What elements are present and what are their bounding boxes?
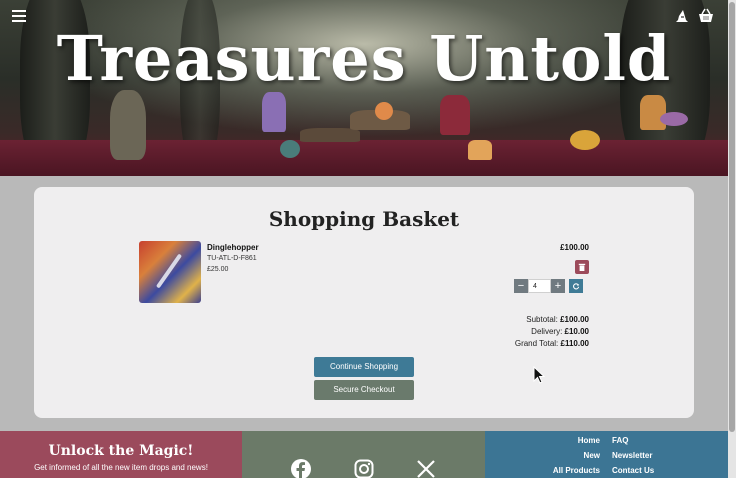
order-totals: Subtotal: £100.00 Delivery: £10.00 Grand… [515,314,589,350]
footer-link-home[interactable]: Home [578,436,600,445]
continue-shopping-button[interactable]: Continue Shopping [314,357,414,377]
product-sku: TU-ATL-D-F861 [207,255,257,262]
newsletter-panel: Unlock the Magic! Get informed of all th… [0,431,242,478]
teapot-icon [110,90,146,160]
site-title[interactable]: Treasures Untold [0,22,728,95]
gem-icon [570,130,600,150]
basket-heading: Shopping Basket [268,207,460,231]
gem-icon [375,102,393,120]
potion-icon [640,95,666,130]
footer-link-new[interactable]: New [584,451,600,460]
grand-total-label: Grand Total: [514,339,559,348]
footer-link-contact[interactable]: Contact Us [612,466,654,475]
instagram-icon[interactable] [354,459,374,478]
x-icon[interactable] [416,459,436,478]
book-stack [300,128,360,142]
line-total: £100.00 [560,243,589,252]
quantity-stepper: − + [514,279,583,293]
update-quantity-button[interactable] [569,279,583,293]
hamburger-icon[interactable] [12,10,26,24]
product-image[interactable] [139,241,201,303]
footer-links: Home New All Products FAQ Newsletter Con… [485,431,728,478]
footer-link-newsletter[interactable]: Newsletter [612,451,652,460]
subtotal-label: Subtotal: [526,315,558,324]
page-scrollbar[interactable] [728,0,736,478]
grand-total-value: £110.00 [560,339,589,348]
refresh-icon [573,283,580,290]
trash-icon [578,263,586,271]
mouse-cursor-icon [533,366,545,384]
site-footer: Unlock the Magic! Get informed of all th… [0,431,728,478]
candle-icon [468,140,492,160]
crystal-icon [262,92,286,132]
social-panel [242,431,485,478]
quantity-input[interactable] [528,279,551,293]
increase-quantity-button[interactable]: + [551,279,565,293]
wizard-hat-icon[interactable] [674,8,690,24]
footer-link-faq[interactable]: FAQ [612,436,628,445]
newsletter-text: Get informed of all the new item drops a… [34,463,208,472]
decrease-quantity-button[interactable]: − [514,279,528,293]
potion-icon [440,95,470,135]
footer-link-all-products[interactable]: All Products [553,466,600,475]
hero-banner: Treasures Untold [0,0,728,176]
scrollbar-thumb[interactable] [729,2,735,432]
product-unit-price: £25.00 [207,266,229,273]
secure-checkout-button[interactable]: Secure Checkout [314,380,414,400]
delivery-label: Delivery: [531,327,563,336]
basket-card: Shopping Basket Dinglehopper TU-ATL-D-F8… [34,187,694,418]
gem-icon [660,112,688,126]
subtotal-value: £100.00 [560,315,589,324]
facebook-icon[interactable] [291,459,311,478]
gem-icon [280,140,300,158]
product-name[interactable]: Dinglehopper [207,243,259,252]
newsletter-heading: Unlock the Magic! [48,443,194,459]
remove-item-button[interactable] [575,260,589,274]
delivery-value: £10.00 [564,327,589,336]
basket-icon[interactable] [698,8,714,24]
